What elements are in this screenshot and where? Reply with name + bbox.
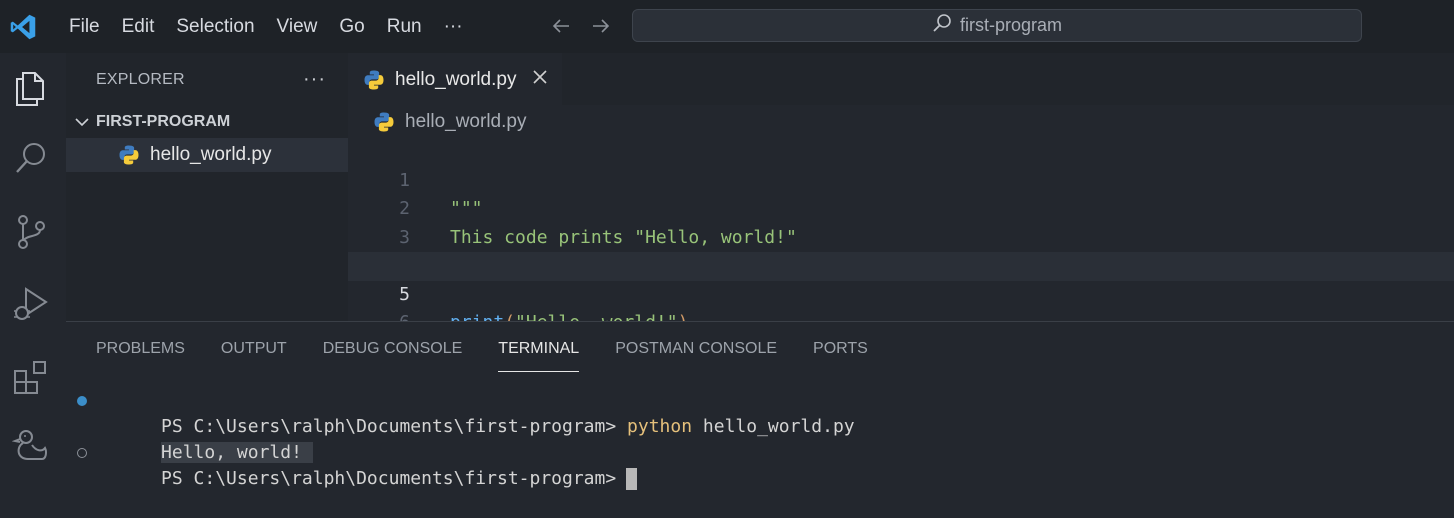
vscode-logo-icon: [2, 0, 44, 53]
code-line-1: 1 """: [348, 138, 1454, 220]
extensions-icon[interactable]: [10, 357, 52, 399]
menu-run[interactable]: Run: [376, 0, 433, 53]
code-editor[interactable]: 1 """ 2 This code prints "Hello, world!"…: [348, 138, 1454, 333]
file-label: hello_world.py: [150, 144, 272, 165]
code-line-6: 6: [348, 281, 1454, 333]
menu-view[interactable]: View: [266, 0, 329, 53]
bottom-panel: PROBLEMS OUTPUT DEBUG CONSOLE TERMINAL P…: [66, 321, 1454, 496]
tab-problems[interactable]: PROBLEMS: [96, 322, 185, 372]
breadcrumb-file: hello_world.py: [405, 111, 527, 132]
tab-output[interactable]: OUTPUT: [221, 322, 287, 372]
code-line-4: 4: [348, 224, 1454, 276]
tab-terminal[interactable]: TERMINAL: [498, 322, 579, 372]
chevron-down-icon: [74, 114, 96, 130]
code-line-2: 2 This code prints "Hello, world!": [348, 167, 1454, 248]
explorer-icon[interactable]: [10, 67, 52, 109]
run-debug-icon[interactable]: [10, 283, 52, 325]
command-pending-decoration-icon[interactable]: [77, 448, 87, 458]
tab-postman-console[interactable]: POSTMAN CONSOLE: [615, 322, 777, 372]
editor-tab-bar: hello_world.py: [348, 53, 1454, 105]
menu-edit[interactable]: Edit: [111, 0, 166, 53]
more-actions-button[interactable]: ···: [303, 68, 326, 91]
command-center-search[interactable]: first-program: [632, 9, 1362, 42]
code-line-3: 3 """: [348, 195, 1454, 277]
forward-arrow-icon[interactable]: [588, 13, 614, 39]
terminal-line-2: Hello, world!: [66, 414, 1454, 463]
menu-bar: File Edit Selection View Go Run ···: [58, 0, 474, 53]
search-icon[interactable]: [10, 137, 52, 179]
python-file-icon: [373, 111, 395, 133]
folder-first-program[interactable]: FIRST-PROGRAM: [66, 106, 348, 138]
panel-tabs: PROBLEMS OUTPUT DEBUG CONSOLE TERMINAL P…: [96, 322, 868, 372]
menu-selection[interactable]: Selection: [165, 0, 265, 53]
duck-icon[interactable]: [10, 425, 52, 467]
code-line-5: 5 print("Hello, world!"): [348, 252, 1454, 333]
folder-label: FIRST-PROGRAM: [96, 113, 231, 130]
search-text: first-program: [959, 15, 1062, 35]
terminal-line-1: PS C:\Users\ralph\Documents\first-progra…: [66, 388, 1454, 437]
explorer-sidebar: EXPLORER ··· FIRST-PROGRAM hello_world.p…: [66, 53, 348, 321]
back-arrow-icon[interactable]: [548, 13, 574, 39]
menu-file[interactable]: File: [58, 0, 111, 53]
file-item-hello-world[interactable]: hello_world.py: [66, 138, 348, 172]
python-file-icon: [118, 144, 140, 166]
activity-bar: [0, 53, 66, 495]
explorer-title: EXPLORER: [96, 70, 185, 88]
terminal-prompt: PS C:\Users\ralph\Documents\first-progra…: [161, 468, 617, 489]
tab-debug-console[interactable]: DEBUG CONSOLE: [323, 322, 463, 372]
tab-label: hello_world.py: [395, 68, 517, 90]
terminal-line-3: PS C:\Users\ralph\Documents\first-progra…: [66, 440, 1454, 490]
search-icon: [932, 13, 952, 38]
terminal-cursor: [626, 468, 638, 490]
source-control-icon[interactable]: [10, 211, 52, 253]
command-success-decoration-icon[interactable]: [77, 396, 87, 406]
close-icon[interactable]: [532, 68, 548, 91]
terminal[interactable]: PS C:\Users\ralph\Documents\first-progra…: [66, 388, 1454, 490]
breadcrumb[interactable]: hello_world.py: [348, 105, 526, 139]
tab-ports[interactable]: PORTS: [813, 322, 868, 372]
tab-hello-world[interactable]: hello_world.py: [348, 53, 562, 105]
title-bar: File Edit Selection View Go Run ··· firs…: [0, 0, 1454, 53]
menu-more[interactable]: ···: [433, 0, 474, 53]
python-file-icon: [363, 69, 385, 91]
menu-go[interactable]: Go: [328, 0, 375, 53]
